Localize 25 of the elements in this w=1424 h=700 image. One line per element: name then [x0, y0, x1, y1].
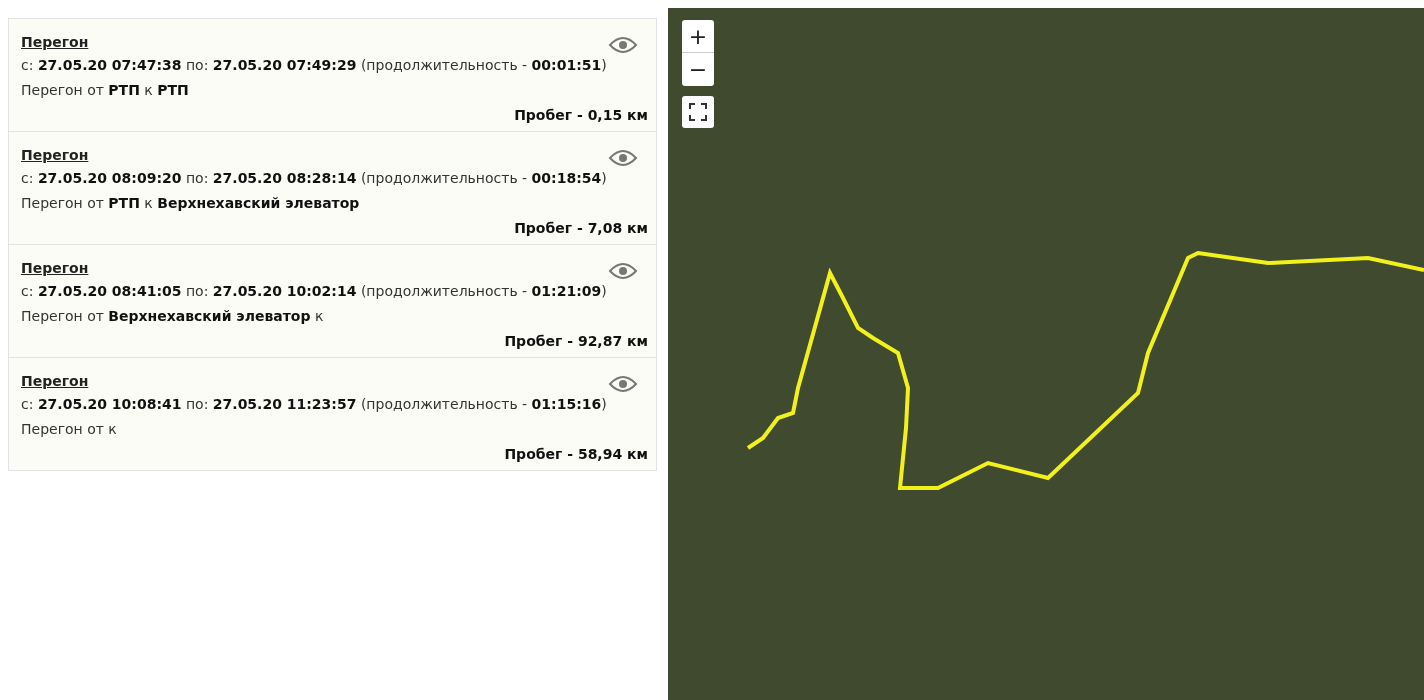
route-text: Перегон от к — [21, 420, 118, 439]
satellite-map[interactable]: + − — [668, 8, 1424, 700]
zoom-out-button[interactable]: − — [682, 53, 714, 86]
period-text: с: 27.05.20 10:08:41 по: 27.05.20 11:23:57 (продолжительность - 01:15:16) — [21, 395, 608, 414]
mileage-text: Пробег - 0,15 км — [513, 106, 648, 125]
route-text: Перегон от Верхнехавский элеватор к — [21, 307, 325, 326]
zoom-in-button[interactable]: + — [682, 20, 714, 53]
mileage-text: Пробег - 7,08 км — [513, 219, 648, 238]
eye-icon[interactable] — [608, 374, 638, 394]
fullscreen-icon — [689, 103, 707, 121]
mileage-text: Пробег - 58,94 км — [503, 445, 648, 464]
eye-icon[interactable] — [608, 261, 638, 281]
fullscreen-button[interactable] — [682, 96, 714, 128]
eye-icon[interactable] — [608, 148, 638, 168]
period-text: с: 27.05.20 08:09:20 по: 27.05.20 08:28:14 (продолжительность - 00:18:54) — [21, 169, 608, 188]
period-text: с: 27.05.20 07:47:38 по: 27.05.20 07:49:29 (продолжительность - 00:01:51) — [21, 56, 608, 75]
route-text: Перегон от РТП к РТП — [21, 81, 190, 100]
segment-title-link[interactable]: Перегон — [21, 144, 89, 166]
segment-title-link[interactable]: Перегон — [21, 257, 89, 279]
segment-title-link[interactable]: Перегон — [21, 370, 89, 392]
period-text: с: 27.05.20 08:41:05 по: 27.05.20 10:02:14 (продолжительность - 01:21:09) — [21, 282, 608, 301]
mileage-text: Пробег - 92,87 км — [503, 332, 648, 351]
eye-icon[interactable] — [608, 35, 638, 55]
segment-title-link[interactable]: Перегон — [21, 31, 89, 53]
route-text: Перегон от РТП к Верхнехавский элеватор — [21, 194, 361, 213]
